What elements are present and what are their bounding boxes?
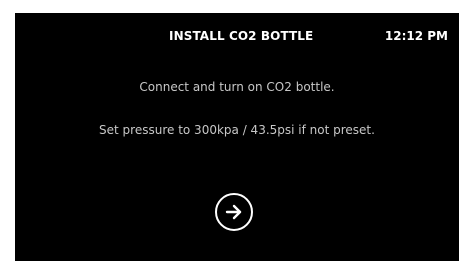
instruction-line-connect: Connect and turn on CO2 bottle. [139, 80, 335, 94]
arrow-right-icon [224, 202, 244, 222]
instruction-line-pressure: Set pressure to 300kpa / 43.5psi if not … [99, 123, 375, 137]
screen-title: INSTALL CO2 BOTTLE [169, 29, 314, 43]
next-button[interactable] [215, 193, 253, 231]
device-screen: INSTALL CO2 BOTTLE 12:12 PM Connect and … [15, 13, 459, 261]
clock-time: 12:12 PM [384, 29, 448, 43]
